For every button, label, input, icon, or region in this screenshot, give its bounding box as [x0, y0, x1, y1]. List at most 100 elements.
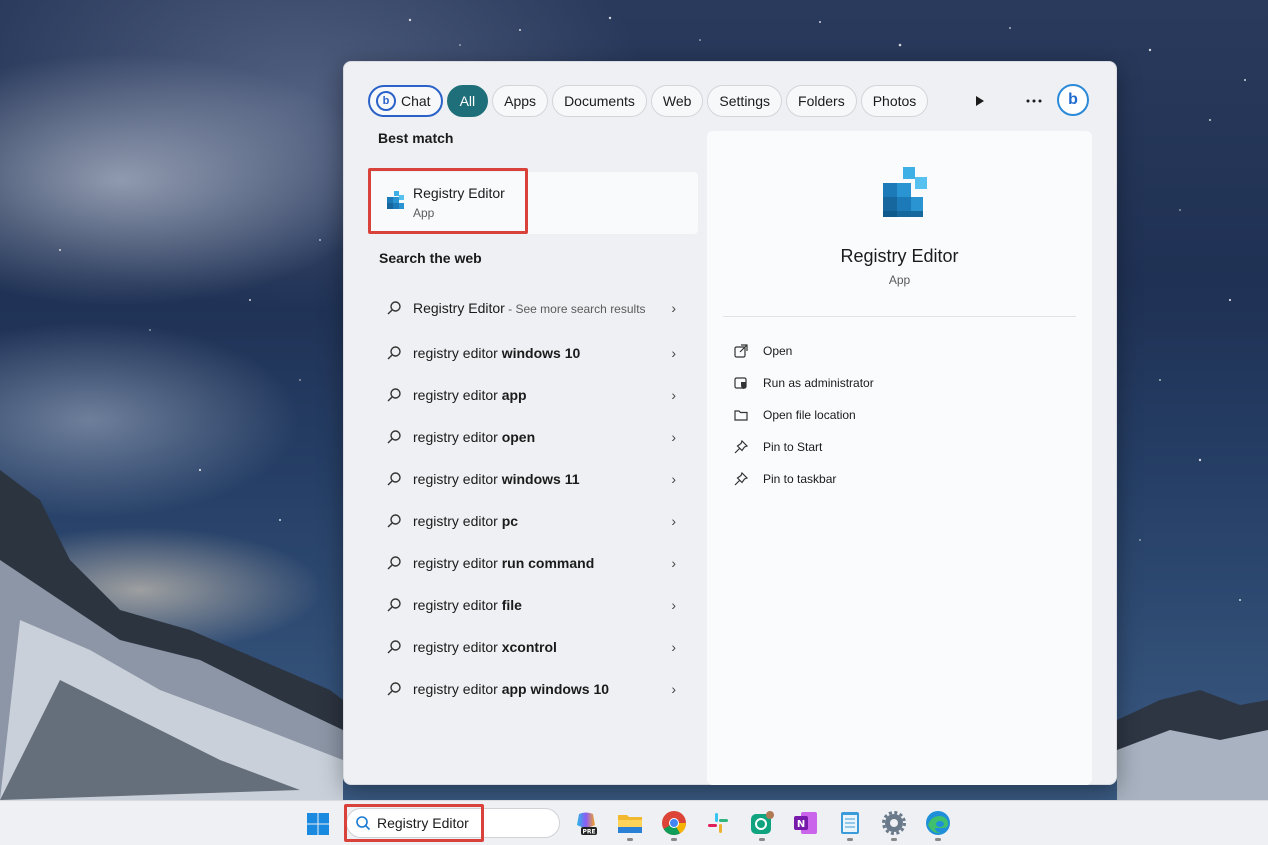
tab-apps-label: Apps — [504, 93, 537, 109]
onenote-icon[interactable]: N — [792, 809, 820, 837]
web-suggestion-text: registry editor xcontrol — [413, 637, 653, 657]
search-icon — [387, 682, 401, 696]
web-suggestion-text: registry editor windows 11 — [413, 469, 653, 489]
web-suggestion-item[interactable]: registry editor open › — [368, 416, 698, 458]
action-open[interactable]: Open — [733, 335, 874, 367]
tab-all-label: All — [459, 93, 476, 109]
chevron-right-icon: › — [671, 429, 676, 445]
settings-icon[interactable] — [880, 809, 908, 837]
edge-icon[interactable] — [924, 809, 952, 837]
more-filters-button[interactable] — [965, 86, 995, 116]
suggestion-keyword: windows 10 — [501, 345, 581, 361]
search-icon — [387, 430, 401, 444]
copilot-icon[interactable]: PRE — [572, 809, 600, 837]
tab-apps[interactable]: Apps — [492, 85, 549, 117]
action-open-label: Open — [763, 344, 793, 358]
web-suggestion-item[interactable]: registry editor app windows 10 › — [368, 668, 698, 710]
tab-settings-label: Settings — [719, 93, 771, 109]
web-suggestion-text: registry editor file — [413, 595, 653, 615]
web-suggestion-item[interactable]: registry editor app › — [368, 374, 698, 416]
tab-web[interactable]: Web — [650, 85, 704, 117]
suggestion-keyword: file — [501, 597, 522, 613]
bing-icon: b — [1068, 91, 1078, 108]
action-pin-to-start[interactable]: Pin to Start — [733, 431, 874, 463]
chevron-right-icon: › — [671, 345, 676, 361]
tab-documents-label: Documents — [564, 93, 635, 109]
action-pin-to-taskbar[interactable]: Pin to taskbar — [733, 463, 874, 495]
chat-button[interactable]: b Chat — [368, 85, 443, 117]
taskbar-search-box[interactable] — [346, 808, 560, 838]
shield-icon — [733, 375, 749, 391]
tab-photos[interactable]: Photos — [860, 85, 929, 117]
web-suggestion-text: registry editor pc — [413, 511, 653, 531]
search-icon — [387, 598, 401, 612]
chevron-right-icon: › — [671, 555, 676, 571]
web-result-see-more[interactable]: Registry Editor - See more search result… — [368, 284, 698, 332]
slack-icon[interactable] — [704, 809, 732, 837]
bing-chat-button[interactable]: b — [1057, 84, 1089, 116]
web-suggestion-text: registry editor app — [413, 385, 653, 405]
search-icon — [387, 346, 401, 360]
web-suggestion-text: registry editor windows 10 — [413, 343, 653, 363]
web-suggestion-item[interactable]: registry editor windows 10 › — [368, 332, 698, 374]
web-result-title: Registry Editor — [413, 299, 505, 316]
web-suggestion-text: registry editor app windows 10 — [413, 679, 653, 699]
tab-folders[interactable]: Folders — [786, 85, 857, 117]
web-suggestion-item[interactable]: registry editor xcontrol › — [368, 626, 698, 668]
search-icon — [387, 472, 401, 486]
chevron-right-icon: › — [671, 513, 676, 529]
file-explorer-icon[interactable] — [616, 809, 644, 837]
suggestion-keyword: app — [501, 387, 527, 403]
chrome-icon[interactable] — [660, 809, 688, 837]
action-pin-to-start-label: Pin to Start — [763, 440, 823, 454]
search-icon — [387, 514, 401, 528]
web-result-text: Registry Editor - See more search result… — [413, 298, 653, 319]
suggestion-keyword: open — [501, 429, 536, 445]
search-icon — [387, 640, 401, 654]
play-icon — [976, 96, 984, 106]
best-match-heading: Best match — [368, 130, 698, 146]
ellipsis-icon — [1026, 99, 1042, 103]
suggestion-prefix: registry editor — [413, 681, 502, 697]
suggestion-prefix: registry editor — [413, 513, 502, 529]
web-results-list: Registry Editor - See more search result… — [368, 284, 698, 710]
best-match-result[interactable]: Registry Editor App — [368, 172, 698, 234]
suggestion-keyword: app windows 10 — [501, 681, 610, 697]
action-run-as-admin[interactable]: Run as administrator — [733, 367, 874, 399]
detail-actions: Open Run as administrator Open file loca… — [733, 335, 874, 495]
svg-text:N: N — [797, 819, 805, 830]
windows-start-icon[interactable] — [306, 812, 330, 836]
suggestion-prefix: registry editor — [413, 597, 502, 613]
action-open-file-location[interactable]: Open file location — [733, 399, 874, 431]
suggestion-keyword: windows 11 — [501, 471, 580, 487]
chevron-right-icon: › — [671, 300, 676, 316]
detail-subtitle: App — [888, 273, 911, 287]
notepad-icon[interactable] — [836, 809, 864, 837]
web-suggestion-item[interactable]: registry editor file › — [368, 584, 698, 626]
web-suggestion-text: registry editor run command — [413, 553, 653, 573]
running-indicator — [891, 838, 897, 841]
web-suggestion-item[interactable]: registry editor windows 11 › — [368, 458, 698, 500]
tab-all[interactable]: All — [446, 85, 489, 117]
web-result-suffix: - See more search results — [504, 301, 646, 316]
running-indicator — [847, 838, 853, 841]
pin-icon — [733, 439, 749, 455]
search-web-heading: Search the web — [379, 250, 482, 266]
web-suggestion-item[interactable]: registry editor run command › — [368, 542, 698, 584]
running-indicator — [627, 838, 633, 841]
tab-documents[interactable]: Documents — [552, 85, 647, 117]
chevron-right-icon: › — [671, 639, 676, 655]
tab-folders-label: Folders — [798, 93, 845, 109]
best-match-subtitle: App — [413, 206, 435, 220]
chevron-right-icon: › — [671, 597, 676, 613]
taskbar-search-input[interactable] — [377, 813, 547, 833]
chat-label: Chat — [401, 93, 431, 109]
running-indicator — [935, 838, 941, 841]
tab-settings[interactable]: Settings — [707, 85, 783, 117]
chevron-right-icon: › — [671, 681, 676, 697]
web-suggestion-text: registry editor open — [413, 427, 653, 447]
chatgpt-icon[interactable] — [748, 809, 776, 837]
web-suggestion-item[interactable]: registry editor pc › — [368, 500, 698, 542]
more-options-button[interactable] — [1019, 86, 1049, 116]
registry-editor-icon — [387, 191, 404, 209]
